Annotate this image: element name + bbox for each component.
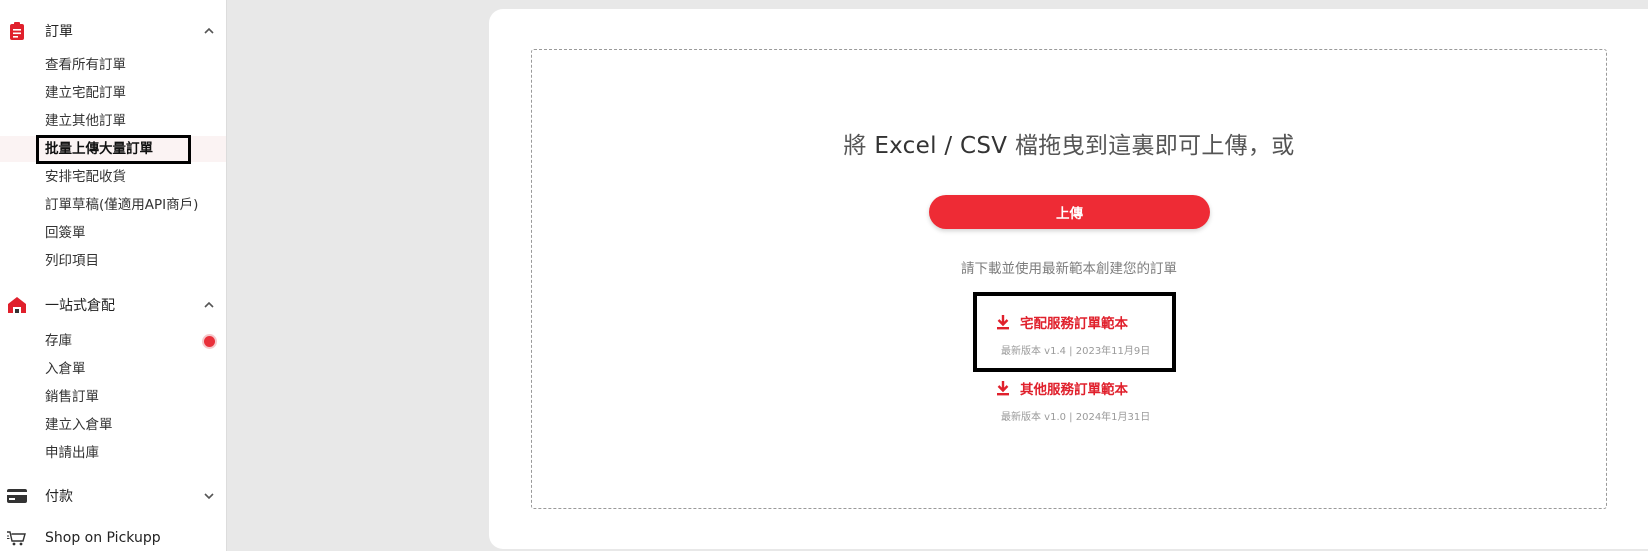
sidebar-item-create-delivery-order[interactable]: 建立宅配訂單 xyxy=(0,80,226,106)
sidebar-item-label: 銷售訂單 xyxy=(45,389,99,405)
headline-prefix: 將 xyxy=(843,133,875,159)
sidebar-item-label: 安排宅配收貨 xyxy=(45,169,126,185)
headline-suffix: 檔拖曳到這裏即可上傳，或 xyxy=(1007,133,1295,159)
sidebar-item-label: 查看所有訂單 xyxy=(45,57,126,73)
sidebar-item-order-drafts[interactable]: 訂單草稿(僅適用API商戶) xyxy=(0,192,226,218)
sidebar-item-label: 建立宅配訂單 xyxy=(45,85,126,101)
sidebar-item-inventory[interactable]: 存庫 xyxy=(0,328,226,354)
delivery-template-label: 宅配服務訂單範本 xyxy=(1020,316,1128,332)
sidebar-item-label: 建立其他訂單 xyxy=(45,113,126,129)
sidebar-item-label: 列印項目 xyxy=(45,253,99,269)
sidebar-item-label: 存庫 xyxy=(45,333,72,349)
section-payment[interactable]: 付款 xyxy=(0,483,226,509)
download-icon xyxy=(997,315,1009,330)
section-payment-label: 付款 xyxy=(45,489,73,505)
section-orders-label: 訂單 xyxy=(45,24,73,40)
headline-file-types: Excel / CSV xyxy=(874,133,1008,159)
section-warehouse[interactable]: 一站式倉配 xyxy=(0,292,226,318)
sidebar-item-bulk-upload[interactable]: 批量上傳大量訂單 xyxy=(0,136,226,162)
other-template-meta: 最新版本 v1.0 | 2024年1月31日 xyxy=(1001,412,1151,423)
sidebar-item-label: 回簽單 xyxy=(45,225,86,241)
section-shop-label: Shop on Pickupp xyxy=(45,530,161,546)
credit-card-icon xyxy=(7,487,27,505)
sidebar-item-label: 入倉單 xyxy=(45,361,86,377)
chevron-down-icon xyxy=(204,493,214,500)
sidebar-item-label: 申請出庫 xyxy=(45,445,99,461)
download-other-template-link[interactable]: 其他服務訂單範本 xyxy=(996,377,1128,399)
sidebar-item-all-orders[interactable]: 查看所有訂單 xyxy=(0,52,226,78)
download-delivery-template-link[interactable]: 宅配服務訂單範本 xyxy=(996,311,1128,333)
warehouse-icon xyxy=(7,296,27,314)
section-warehouse-label: 一站式倉配 xyxy=(45,298,115,314)
other-template-label: 其他服務訂單範本 xyxy=(1020,382,1128,398)
sidebar-item-create-inbound[interactable]: 建立入倉單 xyxy=(0,412,226,438)
chevron-up-icon xyxy=(204,301,214,308)
shopping-cart-icon xyxy=(7,529,27,547)
sidebar: 訂單 查看所有訂單 建立宅配訂單 建立其他訂單 批量上傳大量訂單 安排宅配收貨 … xyxy=(0,0,227,551)
sidebar-item-label: 建立入倉單 xyxy=(45,417,113,433)
sidebar-item-print-items[interactable]: 列印項目 xyxy=(0,248,226,274)
chevron-up-icon xyxy=(204,27,214,34)
sidebar-item-label: 批量上傳大量訂單 xyxy=(45,141,153,157)
sidebar-item-inbound-orders[interactable]: 入倉單 xyxy=(0,356,226,382)
sidebar-item-label: 訂單草稿(僅適用API商戶) xyxy=(45,197,199,213)
dropzone-headline: 將 Excel / CSV 檔拖曳到這裏即可上傳，或 xyxy=(531,126,1607,160)
download-icon xyxy=(997,381,1009,396)
clipboard-icon xyxy=(7,22,27,40)
template-hint: 請下載並使用最新範本創建您的訂單 xyxy=(961,261,1177,277)
section-orders[interactable]: 訂單 xyxy=(0,18,226,44)
delivery-template-meta: 最新版本 v1.4 | 2023年11月9日 xyxy=(1001,346,1151,357)
sidebar-item-create-other-order[interactable]: 建立其他訂單 xyxy=(0,108,226,134)
notification-dot xyxy=(204,336,215,347)
upload-button[interactable]: 上傳 xyxy=(929,195,1210,229)
upload-dropzone[interactable] xyxy=(531,49,1607,509)
section-shop[interactable]: Shop on Pickupp xyxy=(0,525,226,551)
sidebar-item-return-receipts[interactable]: 回簽單 xyxy=(0,220,226,246)
sidebar-item-request-outbound[interactable]: 申請出庫 xyxy=(0,440,226,466)
sidebar-item-arrange-pickup[interactable]: 安排宅配收貨 xyxy=(0,164,226,190)
sidebar-item-sales-orders[interactable]: 銷售訂單 xyxy=(0,384,226,410)
